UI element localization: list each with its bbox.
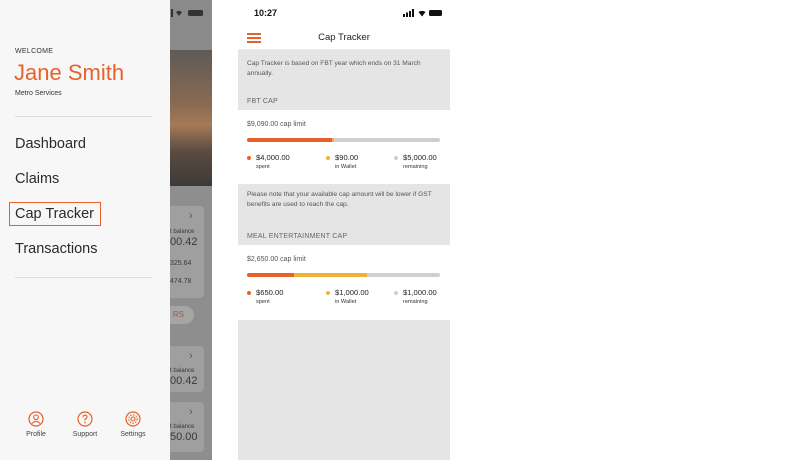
meal-cap-heading: MEAL ENTERTAINMENT CAP [247,233,348,240]
meal-remaining-label: remaining [403,299,428,305]
gst-note: Please note that your available cap amou… [247,191,432,208]
welcome-label: WELCOME [15,48,54,55]
chevron-right-icon: › [189,406,193,418]
remaining-dot-icon [394,291,398,295]
meal-cap-card: $2,650.00 cap limit $650.00 spent $1,000… [238,245,450,320]
chevron-right-icon: › [189,210,193,222]
fbt-wallet-fill [331,138,334,142]
question-icon [77,411,93,427]
fbt-cap-card: $9,090.00 cap limit $4,000.00 spent $90.… [238,110,450,184]
background-line-value: 325.64 [170,260,192,267]
settings-button[interactable]: Settings [113,411,153,438]
spent-dot-icon [247,291,251,295]
menu-screen: › t balance 00.42 325.64 474.78 RS › t b… [0,0,212,460]
background-balance-value: 00.42 [170,375,198,387]
navigation-drawer: WELCOME Jane Smith Metro Services Dashbo… [0,0,170,460]
status-bar: 10:27 [238,0,450,26]
profile-button[interactable]: Profile [16,411,56,438]
fbt-wallet-amount: $90.00 [335,153,359,162]
background-balance-label: t balance [170,229,195,235]
company-name: Metro Services [15,90,62,97]
support-button[interactable]: Support [65,411,105,438]
fbt-spent-label: spent [256,164,270,170]
cap-tracker-screen: 10:27 Cap Tracker Cap Tracker is based o… [238,0,450,460]
fbt-spent-fill [247,138,332,142]
divider [15,116,152,117]
meal-cap-limit: $2,650.00 cap limit [247,256,306,263]
meal-spent-label: spent [256,299,270,305]
background-balance-label: t balance [170,424,195,430]
settings-label: Settings [120,431,146,438]
user-name: Jane Smith [14,60,125,85]
background-balance-value: 50.00 [170,431,198,443]
nav-item-transactions[interactable]: Transactions [15,241,97,257]
fbt-progress-bar [247,138,440,142]
fbt-wallet-label: in Wallet [335,164,357,170]
meal-remaining-amount: $1,000.00 [403,288,437,297]
spent-dot-icon [247,156,251,160]
remaining-dot-icon [394,156,398,160]
nav-item-dashboard[interactable]: Dashboard [15,136,86,152]
wallet-dot-icon [326,291,330,295]
nav-item-claims[interactable]: Claims [15,171,59,187]
meal-wallet-label: in Wallet [335,299,357,305]
meal-progress-bar [247,273,440,277]
fbt-spent-amount: $4,000.00 [256,153,290,162]
background-balance-value: 00.42 [170,236,198,248]
meal-wallet-amount: $1,000.00 [335,288,369,297]
status-time: 10:27 [254,8,278,18]
fbt-cap-limit: $9,090.00 cap limit [247,121,306,128]
meal-wallet-fill [294,273,368,277]
chevron-right-icon: › [189,350,193,362]
nav-item-cap-tracker[interactable]: Cap Tracker [9,202,101,226]
app-header: Cap Tracker [238,26,450,50]
wallet-dot-icon [326,156,330,160]
profile-label: Profile [26,431,46,438]
page-title: Cap Tracker [318,32,370,43]
support-label: Support [72,431,98,438]
meal-spent-fill [247,273,295,277]
fbt-remaining-label: remaining [403,164,428,170]
background-balance-label: t balance [170,368,195,374]
status-icons [403,9,442,17]
person-icon [28,411,44,427]
meal-spent-amount: $650.00 [256,288,284,297]
fbt-remaining-amount: $5,000.00 [403,153,437,162]
background-line-value: 474.78 [170,278,192,285]
fbt-cap-heading: FBT CAP [247,98,278,105]
background-status-icons [168,9,203,17]
intro-text: Cap Tracker is based on FBT year which e… [247,60,421,77]
gear-icon [125,411,141,427]
divider [15,277,152,278]
